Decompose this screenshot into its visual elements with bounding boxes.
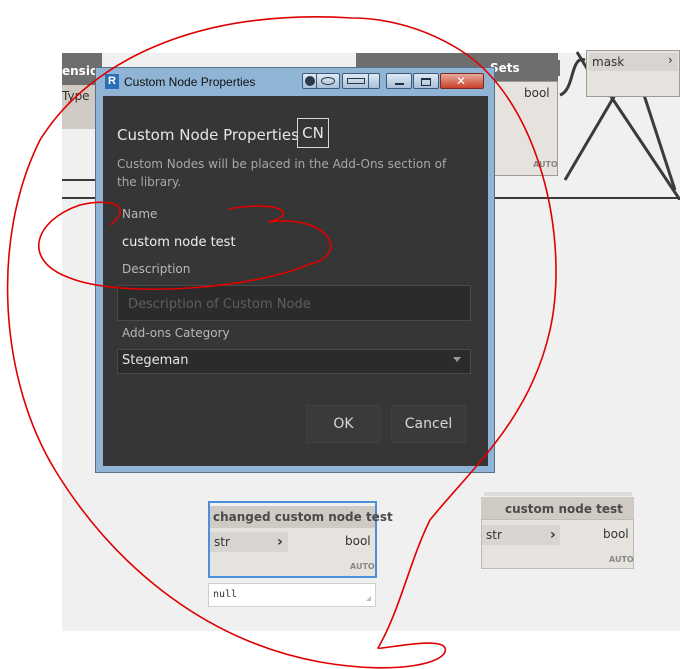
annotation-overlay bbox=[6, 16, 557, 669]
red-annotation-ellipse bbox=[38, 201, 332, 291]
red-annotation-circle bbox=[6, 16, 557, 669]
